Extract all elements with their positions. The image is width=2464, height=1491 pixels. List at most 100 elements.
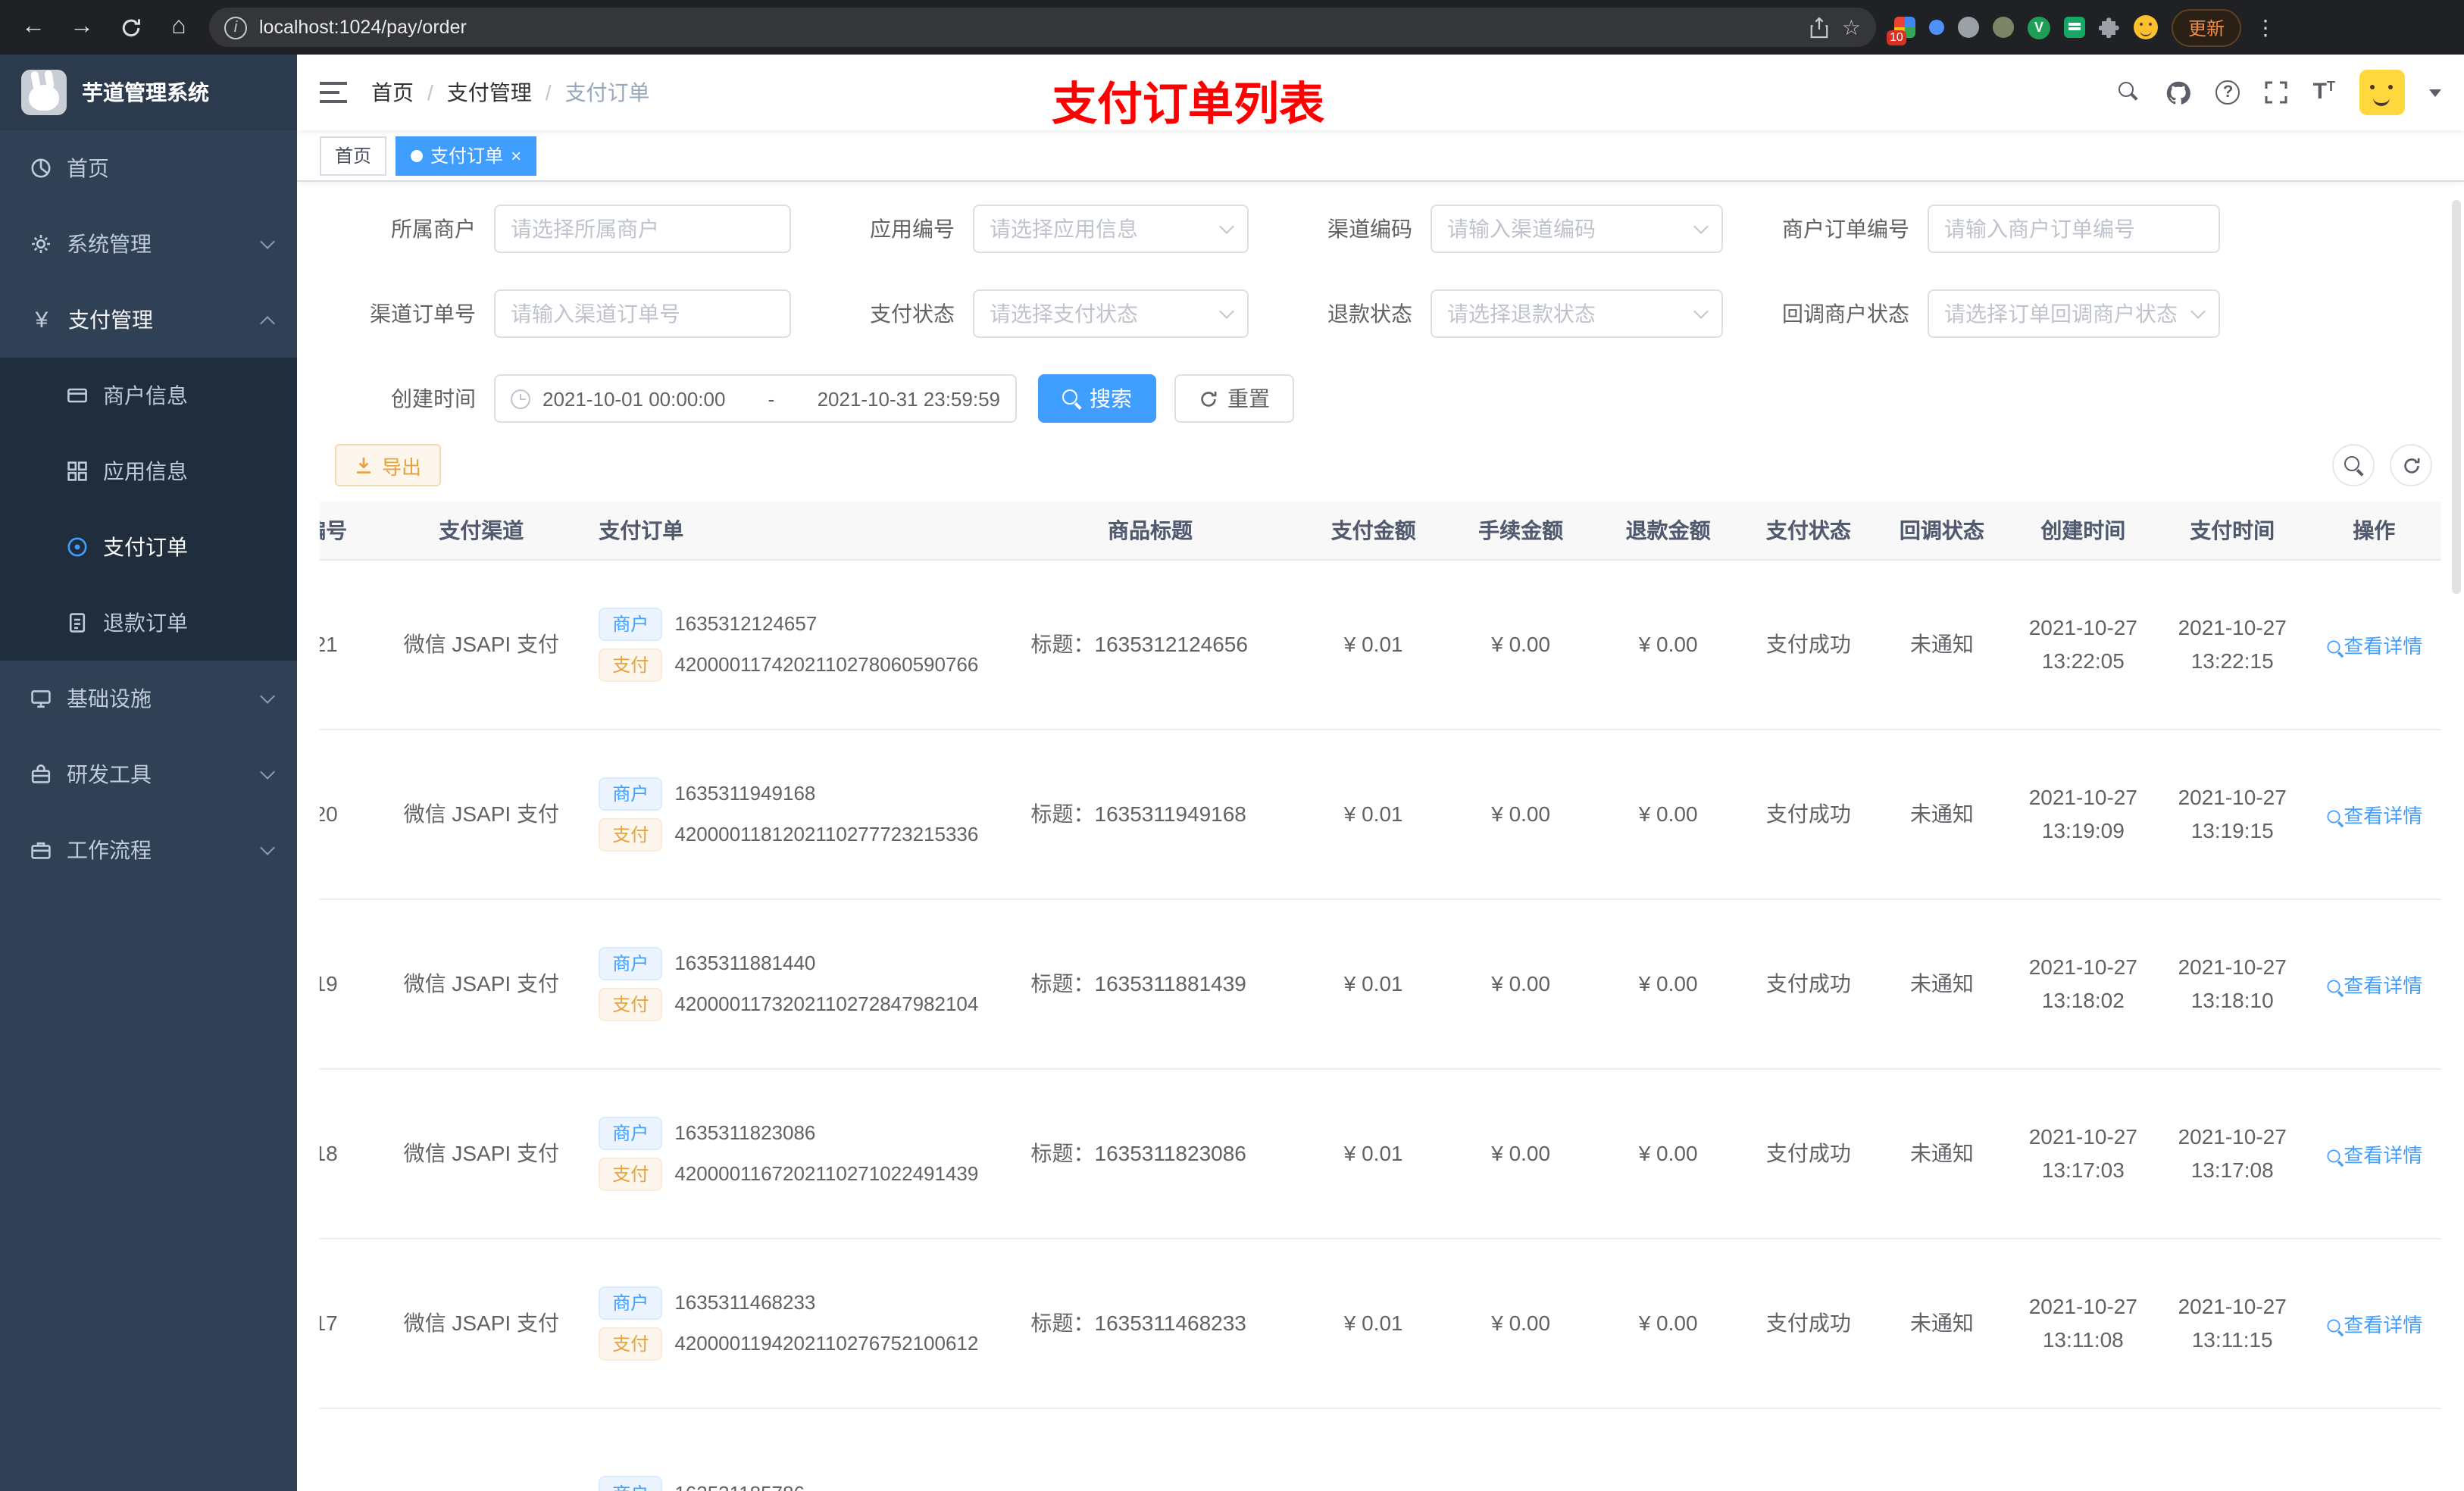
extension-blue-icon[interactable]: [1929, 20, 1944, 35]
browser-forward-icon[interactable]: →: [64, 9, 100, 45]
sidebar-item-home[interactable]: 首页: [0, 130, 297, 206]
extension-green-check-icon[interactable]: V: [2028, 16, 2050, 39]
vertical-scrollbar[interactable]: [2452, 200, 2461, 594]
view-detail-link[interactable]: 查看详情: [2325, 804, 2422, 827]
cell-notify-status: 未通知: [1875, 899, 2009, 1069]
update-button[interactable]: 更新: [2172, 8, 2242, 46]
merchant-tag: 商户: [599, 607, 663, 640]
cell-pay-status: 支付成功: [1741, 559, 1875, 730]
sidebar-item-app-info[interactable]: 应用信息: [0, 433, 297, 509]
address-bar[interactable]: i localhost:1024/pay/order ☆: [209, 8, 1876, 47]
pay-tag: 支付: [599, 1157, 663, 1190]
channel-code-select[interactable]: 请输入渠道编码: [1431, 205, 1723, 253]
sidebar-item-infra[interactable]: 基础设施: [0, 661, 297, 736]
extension-puzzle-icon[interactable]: [2099, 17, 2120, 38]
extension-gray-icon[interactable]: [1958, 17, 1979, 38]
browser-menu-icon[interactable]: ⋮: [2255, 14, 2276, 40]
screen: ← → ⌂ i localhost:1024/pay/order ☆ 10 V: [0, 0, 2464, 1491]
table-row: 17微信 JSAPI 支付商户 1635311468233 支付 4200001194…: [320, 1238, 2441, 1408]
user-menu-caret-icon[interactable]: [2429, 89, 2441, 96]
target-icon: [67, 537, 87, 557]
notify-status-select[interactable]: 请选择订单回调商户状态: [1928, 289, 2220, 338]
channel-order-no-input[interactable]: [494, 289, 791, 338]
help-icon[interactable]: ?: [2215, 80, 2240, 105]
tab-home[interactable]: 首页: [320, 136, 387, 175]
tab-pay-order[interactable]: 支付订单 ×: [396, 136, 537, 175]
create-time-range-input[interactable]: 2021-10-01 00:00:00 - 2021-10-31 23:59:5…: [494, 374, 1017, 423]
search-icon: [2326, 979, 2340, 992]
font-size-icon[interactable]: TT: [2313, 79, 2335, 106]
refund-status-select[interactable]: 请选择退款状态: [1431, 289, 1723, 338]
column-header: 商品标题: [1000, 502, 1300, 560]
cell-id: 19: [320, 899, 371, 1069]
download-icon: [357, 458, 371, 474]
cell-action: 查看详情: [2306, 1068, 2441, 1239]
date-end[interactable]: 2021-10-31 23:59:59: [818, 387, 1000, 410]
cell-fee: ¥ 0.00: [1446, 1068, 1595, 1239]
browser-reload-icon[interactable]: [112, 9, 149, 45]
extensions-area: 10 V 更新 ⋮: [1887, 8, 2276, 46]
fullscreen-icon[interactable]: [2265, 80, 2289, 105]
cell-pay-time: 2021-10-27 13:22:15: [2157, 559, 2307, 730]
column-header: 支付金额: [1299, 502, 1447, 560]
url-text[interactable]: localhost:1024/pay/order: [259, 17, 1798, 38]
sidebar-item-pay[interactable]: ¥ 支付管理: [0, 282, 297, 358]
merchant-input[interactable]: [494, 205, 791, 253]
export-button[interactable]: 导出: [335, 444, 442, 486]
app-no-select[interactable]: 请选择应用信息: [973, 205, 1249, 253]
view-detail-link[interactable]: 查看详情: [2325, 1313, 2422, 1336]
column-header: 支付时间: [2157, 502, 2307, 560]
site-info-icon[interactable]: i: [224, 16, 247, 39]
sidebar-item-pay-order[interactable]: 支付订单: [0, 509, 297, 585]
cell-fee: ¥ 0.00: [1446, 899, 1595, 1069]
extension-tabs-icon[interactable]: 10: [1887, 17, 1915, 45]
table-row: 19微信 JSAPI 支付商户 1635311881440 支付 4200001173…: [320, 899, 2441, 1069]
order-number: 1635311881440: [674, 952, 816, 974]
search-button[interactable]: 搜索: [1038, 374, 1156, 423]
github-icon[interactable]: [2166, 80, 2192, 105]
cell-id: 18: [320, 1068, 371, 1239]
cell-channel: 微信 JSAPI 支付: [370, 729, 593, 899]
cell-title: 标题：1635311823086: [1000, 1068, 1300, 1239]
merchant-order-no-input[interactable]: [1928, 205, 2220, 253]
sidebar-item-refund-order[interactable]: 退款订单: [0, 585, 297, 661]
user-avatar[interactable]: [2359, 70, 2405, 115]
clock-icon: [511, 389, 530, 408]
sidebar-item-system[interactable]: 系统管理: [0, 206, 297, 282]
browser-home-icon[interactable]: ⌂: [161, 9, 197, 45]
logo[interactable]: 芋道管理系统: [0, 55, 297, 130]
search-icon[interactable]: [2118, 81, 2142, 104]
cell-channel: 微信 JSAPI 支付: [370, 899, 593, 1069]
reset-button[interactable]: 重置: [1174, 374, 1294, 423]
refresh-icon: [1201, 390, 1217, 406]
extension-notes-icon[interactable]: [2064, 17, 2085, 38]
toggle-search-button[interactable]: [2332, 444, 2375, 486]
breadcrumb-home[interactable]: 首页: [371, 77, 414, 108]
cell-amount: ¥ 0.01: [1299, 1238, 1447, 1408]
search-icon: [1062, 389, 1080, 408]
view-detail-link[interactable]: 查看详情: [2325, 634, 2422, 657]
extension-olive-icon[interactable]: [1993, 17, 2014, 38]
sidebar-item-merchant-info[interactable]: 商户信息: [0, 358, 297, 433]
view-detail-link[interactable]: 查看详情: [2325, 974, 2422, 996]
view-detail-link[interactable]: 查看详情: [2325, 1143, 2422, 1166]
sidebar-item-devtools[interactable]: 研发工具: [0, 736, 297, 812]
cell-pay-status: 支付成功: [1741, 1238, 1875, 1408]
sidebar-item-workflow[interactable]: 工作流程: [0, 812, 297, 888]
share-icon[interactable]: [1810, 16, 1830, 39]
browser-chrome: ← → ⌂ i localhost:1024/pay/order ☆ 10 V: [0, 0, 2464, 55]
refresh-table-button[interactable]: [2390, 444, 2432, 486]
breadcrumb-pay[interactable]: 支付管理: [447, 77, 532, 108]
bookmark-star-icon[interactable]: ☆: [1842, 14, 1861, 40]
cell-create-time: 2021-10-27 13:19:09: [2008, 729, 2158, 899]
browser-back-icon[interactable]: ←: [15, 9, 52, 45]
active-dot-icon: [411, 149, 424, 161]
profile-avatar-icon[interactable]: [2134, 15, 2158, 39]
order-number: 4200001181202110277723215336: [674, 823, 979, 846]
chevron-down-icon: [1693, 218, 1709, 233]
date-start[interactable]: 2021-10-01 00:00:00: [543, 387, 725, 410]
sidebar-toggle-icon[interactable]: [320, 82, 347, 103]
pay-status-select[interactable]: 请选择支付状态: [973, 289, 1249, 338]
close-tab-icon[interactable]: ×: [511, 146, 521, 164]
cell-title: 标题：1635311468233: [1000, 1238, 1300, 1408]
